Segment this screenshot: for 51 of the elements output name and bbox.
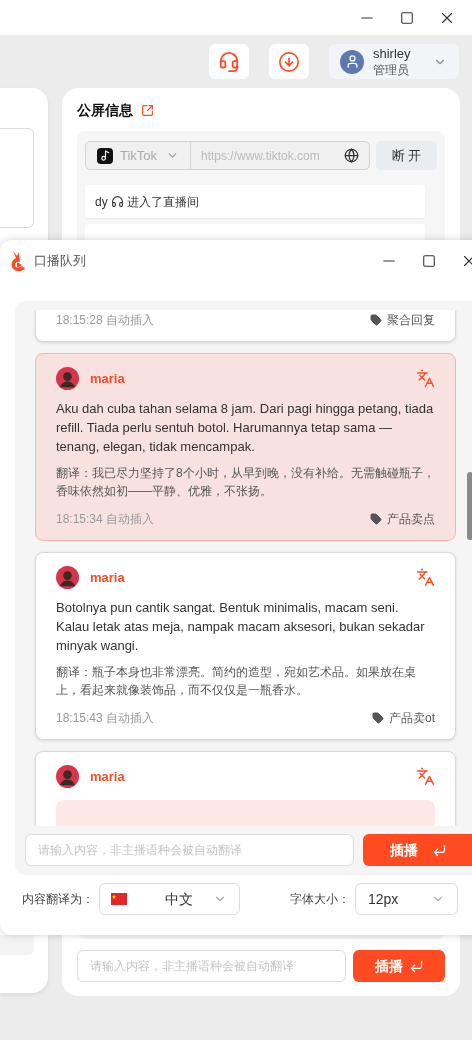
maximize-icon[interactable] [400, 10, 414, 25]
translation-text: 翻译：瓶子本身也非常漂亮。简约的造型，宛如艺术品。如果放在桌上，看起来就像装饰品，而不仅仅是一瓶香水。 [56, 664, 417, 699]
download-icon[interactable] [278, 50, 300, 73]
translate-icon[interactable] [416, 767, 435, 786]
tag-icon [372, 712, 384, 724]
translation-text: 翻译：我已尽力坚持了8个小时，从早到晚，没有补给。无需触碰瓶子，香味依然如初——平静、优雅，不张扬。 [56, 465, 435, 500]
maximize-icon[interactable] [422, 254, 436, 268]
user-role: 管理员 [373, 61, 409, 79]
event-text: 进入了直播间 [126, 193, 199, 211]
message-card[interactable]: 18:15:28 自动插入 聚合回复 [35, 310, 456, 342]
message-tag: 聚合回复 [387, 311, 435, 329]
message-text: Aku dah cuba tahan selama 8 jam. Dari pagi hingga petang, tiada refill. Tiada perlu sentuh botol. Harumannya tetap sama — tenang, elegan, tidak mencampak. [56, 400, 435, 456]
enter-icon [408, 958, 424, 974]
download-button[interactable] [269, 44, 309, 79]
flag-icon [111, 893, 127, 905]
user-avatar [340, 49, 364, 74]
user-name: shirley [373, 44, 411, 62]
message-card[interactable] [35, 552, 456, 740]
tiktok-logo-icon [97, 147, 113, 164]
message-tag: 产品卖点 [387, 510, 435, 528]
author-name: maria [90, 369, 125, 388]
message-meta: 18:15:34 自动插入 [56, 511, 155, 528]
window-title: 口播队列 [34, 252, 86, 271]
avatar-icon [56, 367, 79, 390]
font-size-select[interactable]: 12px [355, 883, 458, 915]
headset-icon [218, 50, 240, 73]
scrollbar-thumb[interactable] [467, 472, 472, 540]
language-select[interactable]: 中文 [99, 883, 240, 915]
avatar-icon [56, 566, 79, 589]
tag-icon [370, 314, 382, 326]
message-card[interactable] [35, 353, 456, 541]
user-menu[interactable]: shirley 管理员 [329, 44, 459, 79]
translate-icon[interactable] [416, 369, 435, 388]
avatar-icon [56, 765, 79, 788]
globe-icon[interactable] [344, 148, 359, 163]
author-name: maria [90, 568, 125, 587]
external-link-icon[interactable] [141, 104, 154, 117]
message-tag: 产品卖ot [389, 709, 435, 727]
disconnect-button[interactable]: 断 开 [376, 141, 437, 170]
message-meta: 18:15:43 自动插入 [56, 710, 155, 727]
message-text: Botolnya pun cantik sangat. Bentuk minimalis, macam seni. Kalau letak atas meja, nampak macam aksesori, bukan sekadar minyak wangi. [56, 599, 426, 655]
translate-icon[interactable] [416, 568, 435, 587]
event-user: dy [95, 193, 108, 211]
message-meta: 18:15:28 自动插入 [56, 312, 155, 329]
font-size-label: 字体大小： [290, 891, 350, 908]
translate-label: 内容翻译为： [22, 891, 94, 908]
tag-icon [370, 513, 382, 525]
support-button[interactable] [209, 44, 249, 79]
author-name: maria [90, 767, 125, 786]
panel-title: 公屏信息 [77, 101, 133, 120]
enter-icon [432, 842, 447, 858]
